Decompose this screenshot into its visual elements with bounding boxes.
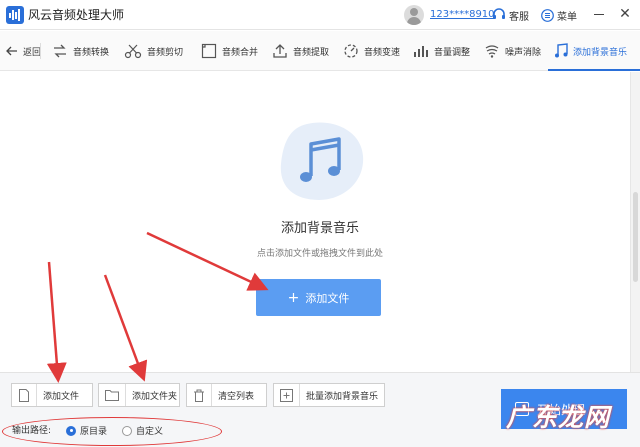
toolbar-item-label: 音频提取: [293, 47, 330, 58]
scissors-icon: [124, 44, 142, 59]
batch-add-icon: [280, 388, 293, 402]
clear-list-button[interactable]: 清空列表: [186, 383, 267, 407]
add-file-bottom-label: 添加文件: [43, 391, 80, 402]
output-option-label: 原目录: [80, 427, 108, 437]
scrollbar-thumb[interactable]: [633, 192, 638, 282]
add-folder-label: 添加文件夹: [132, 391, 178, 402]
toolbar-item-back[interactable]: 返回: [6, 31, 41, 71]
noise-icon: [485, 45, 499, 58]
vertical-scrollbar[interactable]: [630, 72, 640, 372]
toolbar-item-label: 音频合并: [222, 47, 259, 58]
menu-icon: [541, 8, 554, 22]
toolbar-divider: [40, 43, 41, 59]
toolbar-item-label: 音频剪切: [147, 47, 184, 58]
toolbar-item-label: 返回: [23, 47, 42, 58]
toolbar-item-add-background-music[interactable]: 添加背景音乐: [554, 31, 627, 71]
toolbar-item-label: 音频变速: [364, 47, 401, 58]
trash-icon: [194, 389, 204, 402]
output-option-original-dir[interactable]: 原目录: [66, 424, 107, 437]
user-name-link[interactable]: 123****8910: [430, 8, 495, 21]
menu-button[interactable]: 菜单: [541, 6, 577, 24]
volume-bars-icon: [414, 46, 428, 57]
radio-unchecked-icon: [122, 425, 132, 436]
avatar[interactable]: [404, 5, 424, 25]
service-button[interactable]: 客服: [492, 6, 529, 24]
back-arrow-icon: [6, 46, 17, 56]
music-note-icon: [555, 43, 568, 58]
speed-icon: [344, 44, 358, 58]
toolbar-item-label: 噪声消除: [505, 47, 542, 58]
output-option-label: 自定义: [136, 427, 164, 437]
output-path-label: 输出路径:: [12, 426, 52, 436]
batch-add-label: 批量添加背景音乐: [306, 391, 379, 402]
toolbar-item-noise-removal[interactable]: 噪声消除: [484, 31, 541, 71]
start-processing-button[interactable]: 开始处理: [501, 389, 627, 429]
app-title: 风云音频处理大师: [28, 8, 125, 22]
batch-add-background-music-button[interactable]: 批量添加背景音乐: [273, 383, 385, 407]
drop-zone-hint: 点击添加文件或拖拽文件到此处: [256, 249, 383, 259]
toolbar-item-audio-cut[interactable]: 音频剪切: [124, 31, 183, 71]
toolbar-item-label: 添加背景音乐: [573, 47, 628, 58]
add-file-label: 添加文件: [305, 291, 350, 305]
start-processing-label: 开始处理: [537, 402, 586, 417]
service-label: 客服: [509, 11, 529, 23]
add-file-bottom-button[interactable]: 添加文件: [11, 383, 93, 407]
title-bar: 风云音频处理大师 123****8910 客服 菜单 ✕: [0, 0, 640, 30]
function-toolbar: 返回 音频转换 音频剪切 音频合并 音频提取 音频变速 音量调整 噪声消除 添加…: [0, 31, 640, 71]
music-note-icon: [280, 122, 364, 200]
upload-icon: [273, 44, 287, 58]
output-option-custom[interactable]: 自定义: [122, 424, 163, 437]
toolbar-item-audio-extract[interactable]: 音频提取: [272, 31, 329, 71]
toolbar-item-audio-merge[interactable]: 音频合并: [201, 31, 258, 71]
folder-icon: [105, 390, 119, 401]
headset-icon: [493, 8, 505, 19]
toolbar-item-label: 音量调整: [434, 47, 471, 58]
convert-icon: [54, 44, 66, 58]
app-logo-icon: [6, 6, 24, 24]
add-folder-button[interactable]: 添加文件夹: [98, 383, 180, 407]
active-tab-indicator: [548, 69, 640, 71]
toolbar-item-audio-speed[interactable]: 音频变速: [343, 31, 400, 71]
drop-zone-title: 添加背景音乐: [280, 221, 359, 236]
menu-label: 菜单: [557, 11, 577, 23]
toolbar-item-label: 音频转换: [73, 47, 110, 58]
toolbar-item-volume-adjust[interactable]: 音量调整: [413, 31, 470, 71]
add-file-button[interactable]: + 添加文件: [256, 279, 381, 316]
clear-list-label: 清空列表: [218, 391, 255, 402]
toolbar-item-audio-convert[interactable]: 音频转换: [52, 31, 109, 71]
start-icon: [515, 402, 529, 416]
minimize-button[interactable]: [594, 14, 604, 15]
close-button[interactable]: ✕: [618, 7, 632, 21]
plus-icon: +: [287, 289, 300, 306]
radio-checked-icon: [66, 425, 76, 436]
file-icon: [19, 388, 29, 402]
merge-icon: [201, 43, 217, 59]
